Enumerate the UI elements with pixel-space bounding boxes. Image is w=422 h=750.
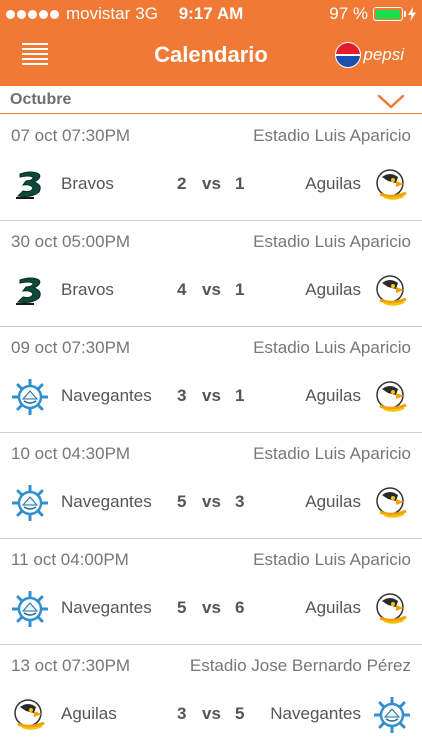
- game-stadium: Estadio Luis Aparicio: [253, 338, 411, 357]
- vs-label: vs: [202, 492, 221, 511]
- status-right: 97 %: [329, 4, 416, 24]
- month-selector[interactable]: Octubre: [0, 86, 422, 114]
- game-row[interactable]: 11 oct 04:00PM Estadio Luis Aparicio Nav…: [0, 539, 422, 645]
- home-team-name: Navegantes: [61, 492, 152, 511]
- battery-icon: [373, 7, 406, 21]
- matchup: Navegantes 5 vs 3 Aguilas: [0, 484, 422, 522]
- aguilas-logo-icon: [374, 167, 410, 203]
- away-team-name: Navegantes: [270, 704, 361, 723]
- month-label: Octubre: [10, 91, 72, 108]
- matchup: Navegantes 3 vs 1 Aguilas: [0, 378, 422, 416]
- bravos-logo-icon: [12, 167, 48, 203]
- away-score: 1: [235, 280, 245, 299]
- away-team-name: Aguilas: [305, 386, 361, 405]
- app-header: movistar 3G 9:17 AM 97 % Calendario peps…: [0, 0, 422, 86]
- game-row[interactable]: 09 oct 07:30PM Estadio Luis Aparicio Nav…: [0, 327, 422, 433]
- game-stadium: Estadio Jose Bernardo Pérez: [189, 656, 411, 675]
- navegantes-logo-icon: [11, 484, 49, 522]
- aguilas-logo-icon: [374, 591, 410, 627]
- vs-label: vs: [202, 280, 221, 299]
- status-bar: movistar 3G 9:17 AM 97 %: [0, 0, 422, 28]
- matchup: Aguilas 3 vs 5 Navegantes: [0, 696, 422, 734]
- charging-icon: [408, 7, 416, 21]
- navegantes-logo-icon: [11, 378, 49, 416]
- away-score: 1: [235, 174, 245, 193]
- sponsor-label: pepsi: [363, 45, 404, 64]
- game-date: 13 oct 07:30PM: [11, 656, 131, 675]
- aguilas-logo-icon: [374, 273, 410, 309]
- away-score: 3: [235, 492, 245, 511]
- home-score: 5: [177, 598, 187, 617]
- vs-label: vs: [202, 386, 221, 405]
- game-stadium: Estadio Luis Aparicio: [253, 550, 411, 569]
- game-stadium: Estadio Luis Aparicio: [253, 232, 411, 251]
- navegantes-logo-icon: [11, 590, 49, 628]
- games-list: 07 oct 07:30PM Estadio Luis Aparicio Bra…: [0, 115, 422, 750]
- game-row[interactable]: 13 oct 07:30PM Estadio Jose Bernardo Pér…: [0, 645, 422, 750]
- away-score: 5: [235, 704, 245, 723]
- sponsor-logo: pepsi: [335, 42, 404, 68]
- home-score: 3: [177, 704, 187, 723]
- navegantes-logo-icon: [373, 696, 411, 734]
- matchup: Bravos 4 vs 1 Aguilas: [0, 273, 422, 309]
- vs-label: vs: [202, 598, 221, 617]
- home-score: 5: [177, 492, 187, 511]
- away-team-name: Aguilas: [305, 492, 361, 511]
- aguilas-logo-icon: [374, 485, 410, 521]
- pepsi-logo-icon: [335, 42, 362, 68]
- game-row[interactable]: 07 oct 07:30PM Estadio Luis Aparicio Bra…: [0, 115, 422, 221]
- matchup: Bravos 2 vs 1 Aguilas: [0, 167, 422, 203]
- game-row[interactable]: 10 oct 04:30PM Estadio Luis Aparicio Nav…: [0, 433, 422, 539]
- vs-label: vs: [202, 174, 221, 193]
- game-date: 07 oct 07:30PM: [11, 126, 131, 145]
- home-team-name: Bravos: [61, 174, 114, 193]
- game-stadium: Estadio Luis Aparicio: [253, 444, 411, 463]
- chevron-down-icon[interactable]: [378, 95, 404, 109]
- away-score: 1: [235, 386, 245, 405]
- aguilas-logo-icon: [12, 697, 48, 733]
- aguilas-logo-icon: [374, 379, 410, 415]
- home-team-name: Aguilas: [61, 704, 117, 723]
- home-team-name: Navegantes: [61, 386, 152, 405]
- away-team-name: Aguilas: [305, 598, 361, 617]
- game-date: 11 oct 04:00PM: [11, 550, 129, 569]
- matchup: Navegantes 5 vs 6 Aguilas: [0, 590, 422, 628]
- game-date: 30 oct 05:00PM: [11, 232, 131, 251]
- home-score: 2: [177, 174, 187, 193]
- battery-percent: 97 %: [329, 4, 368, 23]
- game-date: 10 oct 04:30PM: [11, 444, 131, 463]
- bravos-logo-icon: [12, 273, 48, 309]
- vs-label: vs: [202, 704, 221, 723]
- game-row[interactable]: 30 oct 05:00PM Estadio Luis Aparicio Bra…: [0, 221, 422, 327]
- home-team-name: Bravos: [61, 280, 114, 299]
- away-score: 6: [235, 598, 245, 617]
- away-team-name: Aguilas: [305, 280, 361, 299]
- away-team-name: Aguilas: [305, 174, 361, 193]
- game-date: 09 oct 07:30PM: [11, 338, 131, 357]
- home-team-name: Navegantes: [61, 598, 152, 617]
- home-score: 3: [177, 386, 187, 405]
- home-score: 4: [177, 280, 187, 299]
- game-stadium: Estadio Luis Aparicio: [253, 126, 411, 145]
